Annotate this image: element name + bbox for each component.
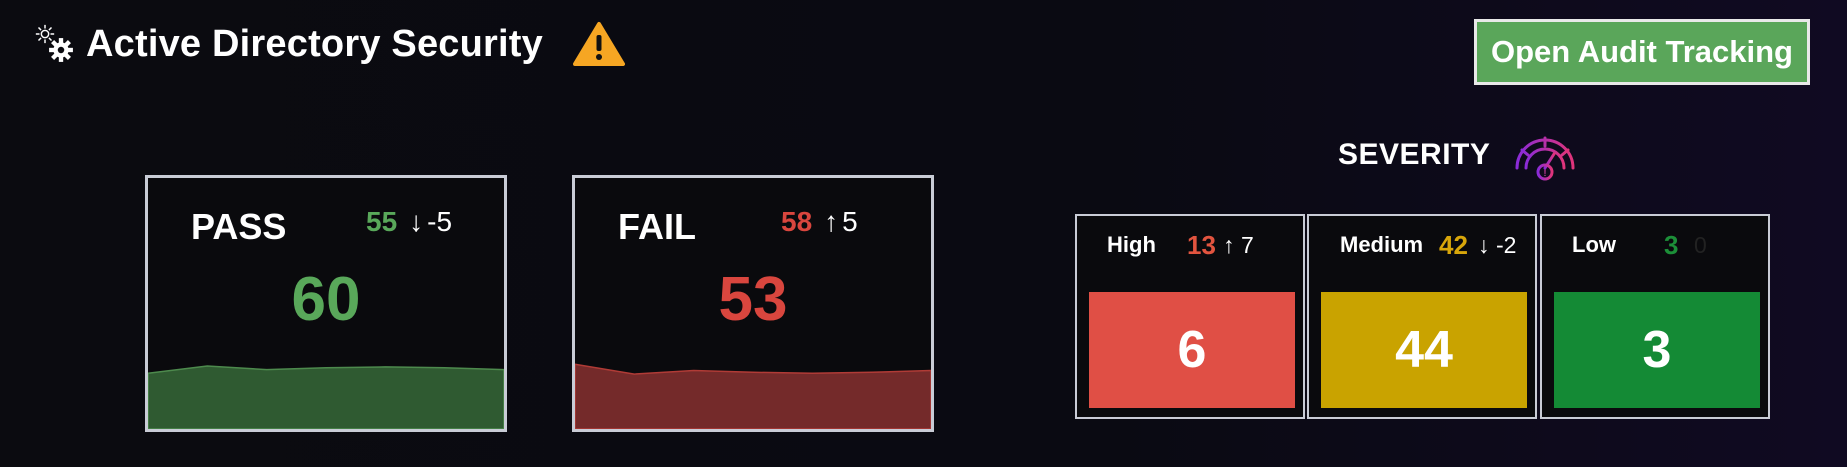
fail-card[interactable]: FAIL 58 ↑ 5 53 — [572, 175, 934, 432]
fail-previous: 58 — [781, 206, 813, 237]
open-audit-tracking-button[interactable]: Open Audit Tracking — [1474, 19, 1810, 85]
severity-low-value: 3 — [1554, 292, 1760, 408]
arrow-down-icon: ↓ — [1478, 232, 1490, 258]
fail-sparkline — [575, 363, 931, 429]
fail-delta: 58 ↑ 5 — [781, 206, 858, 238]
severity-title: SEVERITY — [1338, 138, 1491, 171]
severity-high-label: High — [1107, 232, 1156, 257]
arrow-up-icon: ↑ — [824, 206, 839, 237]
gear-icon[interactable] — [34, 23, 76, 65]
severity-medium-previous: 42 — [1439, 230, 1468, 260]
severity-high-previous: 13 — [1187, 230, 1216, 260]
page-title: Active Directory Security — [86, 22, 543, 65]
fail-change: 5 — [842, 206, 858, 237]
pass-previous: 55 — [366, 206, 398, 237]
severity-medium-label: Medium — [1340, 232, 1424, 257]
pass-sparkline-area — [148, 365, 504, 429]
severity-low-previous: 3 — [1664, 230, 1679, 260]
warning-icon — [572, 22, 625, 66]
severity-low-card[interactable]: Low 3 0 3 — [1540, 214, 1770, 419]
severity-high-card[interactable]: High 13 ↑ 7 6 — [1075, 214, 1305, 419]
pass-change: -5 — [427, 206, 453, 237]
severity-low-change: 0 — [1694, 232, 1707, 258]
pass-label: PASS — [191, 206, 287, 247]
pass-sparkline — [148, 365, 504, 429]
severity-medium-card[interactable]: Medium 42 ↓ -2 44 — [1307, 214, 1537, 419]
pass-card[interactable]: PASS 55 ↓ -5 60 — [145, 175, 507, 432]
page-header: Active Directory Security — [34, 18, 625, 70]
arrow-down-icon: ↓ — [409, 206, 424, 237]
pass-delta: 55 ↓ -5 — [366, 206, 452, 238]
severity-medium-change: -2 — [1496, 232, 1517, 258]
fail-label: FAIL — [618, 206, 696, 247]
severity-medium-value: 44 — [1321, 292, 1527, 408]
svg-text:!: ! — [1544, 168, 1547, 178]
fail-value: 53 — [718, 265, 788, 334]
arrow-up-icon: ↑ — [1223, 232, 1235, 258]
severity-low-label: Low — [1572, 232, 1616, 257]
fail-sparkline-area — [575, 363, 931, 429]
gauge-icon: ! — [1515, 136, 1575, 181]
severity-high-value: 6 — [1089, 292, 1295, 408]
severity-high-change: 7 — [1241, 232, 1254, 258]
pass-value: 60 — [291, 265, 361, 334]
